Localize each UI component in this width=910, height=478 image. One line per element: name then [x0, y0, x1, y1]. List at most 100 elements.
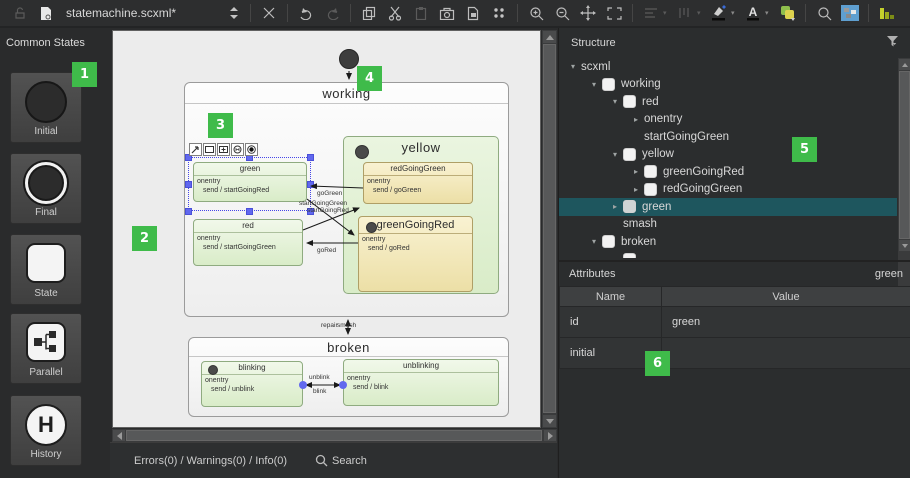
column-header-name[interactable]: Name — [560, 287, 662, 307]
transition-endpoint-dot[interactable] — [339, 381, 347, 389]
close-icon[interactable] — [257, 2, 281, 24]
canvas-hscrollbar[interactable] — [112, 429, 557, 442]
undo-icon[interactable] — [294, 2, 318, 24]
toolbar: statemachine.scxml* — [0, 0, 910, 28]
search-icon — [315, 454, 328, 467]
tree-scrollbar[interactable] — [898, 58, 910, 286]
tree-item-smash[interactable]: smash — [559, 216, 897, 234]
scroll-down-button[interactable] — [899, 240, 910, 251]
scroll-down-button[interactable] — [543, 415, 556, 427]
diagram-canvas[interactable]: working yellow redGoingGreen onentry sen… — [112, 30, 541, 428]
scroll-up-button[interactable] — [899, 59, 910, 70]
palette-item-label: Final — [35, 207, 57, 223]
fit-to-screen-icon[interactable] — [602, 2, 626, 24]
adjust-icon[interactable] — [487, 2, 511, 24]
tree-item-redGoingGreen[interactable]: ▸ redGoingGreen — [559, 181, 897, 199]
statistics-icon[interactable] — [875, 2, 899, 24]
scroll-thumb[interactable] — [543, 44, 556, 413]
transition-endpoint-dot[interactable] — [299, 381, 307, 389]
font-color-icon[interactable]: A — [741, 2, 765, 24]
filter-icon[interactable] — [886, 35, 900, 51]
attribute-row-initial: initial — [560, 338, 910, 369]
tree-item-broken[interactable]: ▾broken — [559, 233, 897, 251]
chevron-down-icon[interactable]: ▾ — [586, 237, 602, 246]
tree-item-scxml[interactable]: ▾scxml — [559, 58, 897, 76]
fill-color-icon[interactable] — [707, 2, 731, 24]
color-theme-icon[interactable] — [775, 2, 799, 24]
scroll-thumb[interactable] — [899, 71, 910, 239]
scroll-up-button[interactable] — [543, 31, 556, 43]
attributes-header: Attributes green — [559, 262, 910, 286]
issues-toggle[interactable]: Errors(0) / Warnings(0) / Info(0) — [134, 455, 287, 467]
attributes-title: Attributes — [569, 268, 615, 280]
search-icon[interactable] — [812, 2, 836, 24]
redo-icon[interactable] — [320, 2, 344, 24]
tree-item-label: redGoingGreen — [663, 183, 742, 195]
tree-item-startGoingGreen[interactable]: startGoingGreen — [559, 128, 897, 146]
tree-item-working[interactable]: ▾working — [559, 76, 897, 94]
canvas-vscrollbar[interactable] — [542, 30, 557, 428]
navigator-icon[interactable] — [838, 2, 862, 24]
state-icon — [623, 200, 636, 213]
common-states-panel: Common States Initial Final State Parall… — [0, 28, 110, 478]
align-vertical-icon[interactable] — [673, 2, 697, 24]
lock-icon[interactable] — [8, 2, 32, 24]
tree-item-red[interactable]: ▾red — [559, 93, 897, 111]
chevron-right-icon[interactable]: ▸ — [628, 115, 644, 124]
annotation-badge-3: 3 — [208, 113, 233, 138]
paste-icon[interactable] — [409, 2, 433, 24]
tree-item-label: green — [642, 201, 671, 213]
screenshot-icon[interactable] — [435, 2, 459, 24]
tree-item-green[interactable]: ▸ green — [559, 198, 897, 216]
state-icon — [623, 148, 636, 161]
cut-icon[interactable] — [383, 2, 407, 24]
file-icon[interactable] — [34, 2, 58, 24]
fill-color-caret-icon[interactable]: ▾ — [731, 9, 739, 17]
zoom-out-icon[interactable] — [550, 2, 574, 24]
palette-item-label: State — [34, 288, 57, 304]
scroll-right-button[interactable] — [544, 430, 556, 441]
state-icon — [644, 165, 657, 178]
transition-label: goGreen — [317, 190, 343, 197]
chevron-down-icon[interactable]: ▾ — [607, 97, 623, 106]
attribute-value[interactable] — [662, 338, 910, 369]
palette-title: Common States — [0, 28, 110, 49]
column-header-value[interactable]: Value — [662, 287, 910, 307]
structure-title: Structure — [571, 37, 616, 49]
align-vertical-caret-icon[interactable]: ▾ — [697, 9, 705, 17]
chevron-down-icon[interactable]: ▾ — [586, 80, 602, 89]
palette-item-parallel[interactable]: Parallel — [10, 313, 82, 384]
spinner-icon[interactable] — [224, 2, 244, 24]
copy-icon[interactable] — [357, 2, 381, 24]
state-icon — [623, 253, 636, 258]
palette-item-final[interactable]: Final — [10, 153, 82, 224]
pan-icon[interactable] — [576, 2, 600, 24]
tree-item-greenGoingRed[interactable]: ▸greenGoingRed — [559, 163, 897, 181]
scroll-thumb[interactable] — [126, 430, 542, 441]
status-bar: Errors(0) / Warnings(0) / Info(0) Search — [110, 442, 557, 478]
palette-item-state[interactable]: State — [10, 234, 82, 305]
attribute-name[interactable]: id — [560, 307, 662, 338]
scroll-left-button[interactable] — [113, 430, 125, 441]
initial-state-icon — [11, 81, 81, 123]
zoom-in-icon[interactable] — [524, 2, 548, 24]
search-toggle[interactable]: Search — [315, 454, 367, 467]
font-color-caret-icon[interactable]: ▾ — [765, 9, 773, 17]
chevron-down-icon[interactable]: ▾ — [565, 62, 581, 71]
align-horizontal-icon[interactable] — [639, 2, 663, 24]
state-icon — [644, 183, 657, 196]
history-state-icon: H — [11, 404, 81, 446]
chevron-right-icon[interactable]: ▸ — [607, 202, 623, 211]
chevron-right-icon[interactable]: ▸ — [628, 167, 644, 176]
export-image-icon[interactable] — [461, 2, 485, 24]
attribute-value[interactable]: green — [662, 307, 910, 338]
chevron-right-icon[interactable]: ▸ — [628, 185, 644, 194]
transition-goGreen[interactable] — [311, 186, 363, 188]
align-horizontal-caret-icon[interactable]: ▾ — [663, 9, 671, 17]
chevron-down-icon[interactable]: ▾ — [607, 150, 623, 159]
tree-item-yellow[interactable]: ▾yellow — [559, 146, 897, 164]
tree-item-onentry[interactable]: ▸onentry — [559, 111, 897, 129]
palette-item-history[interactable]: H History — [10, 395, 82, 466]
transition-label: blink — [313, 388, 327, 395]
tree-item-clipped[interactable] — [559, 251, 897, 259]
